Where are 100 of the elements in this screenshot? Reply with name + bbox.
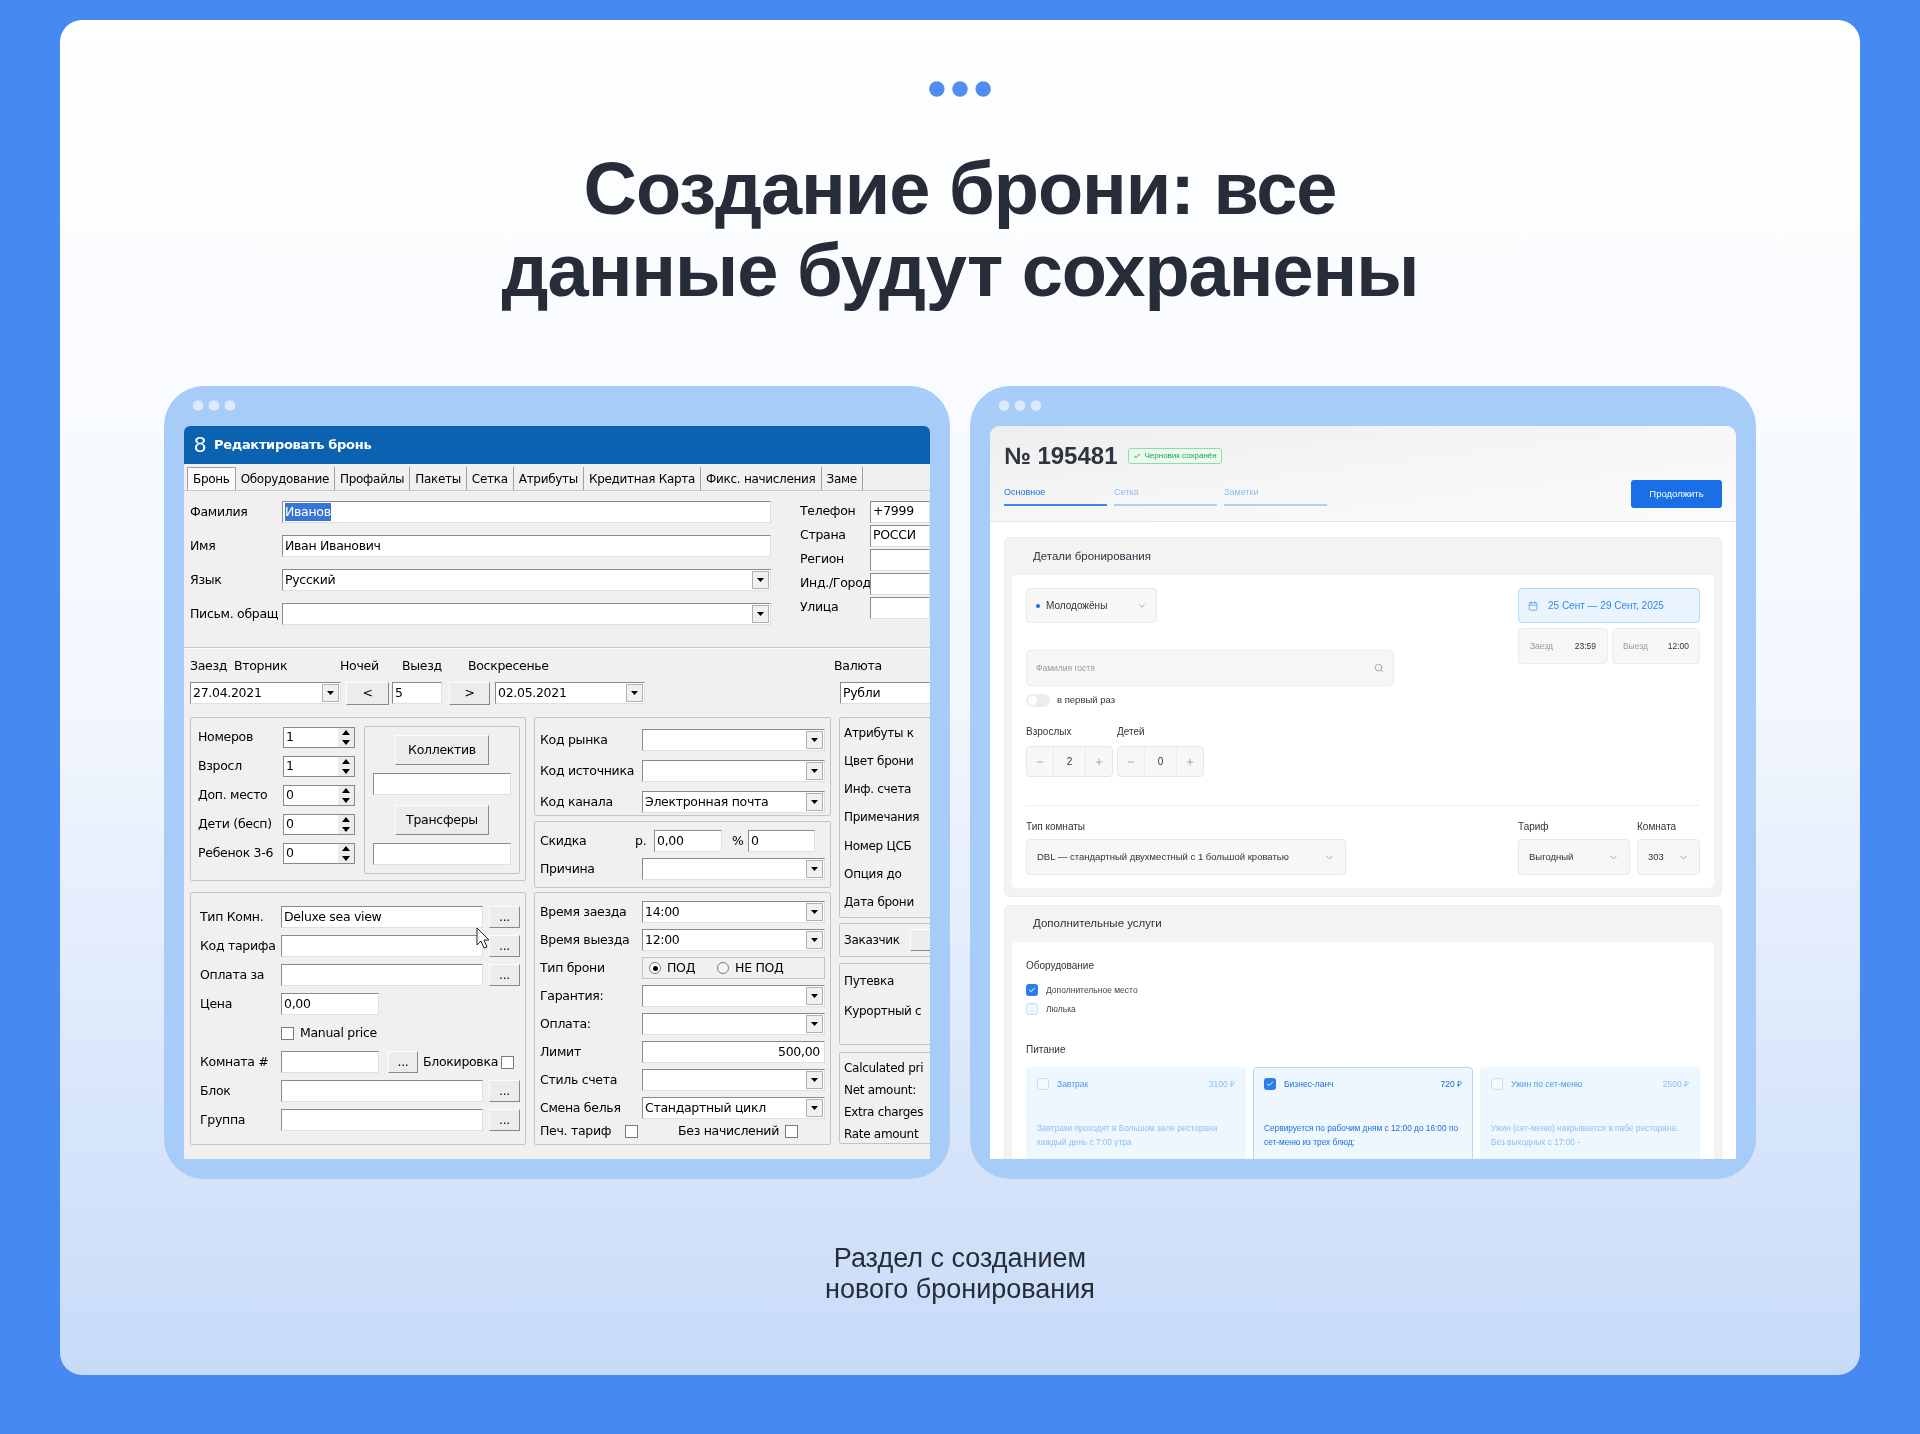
text-field[interactable]	[281, 964, 483, 986]
field-label: Страна	[800, 526, 847, 545]
subsection-title: Оборудование	[1026, 959, 1095, 973]
text-field[interactable]: Рубли	[840, 682, 930, 704]
tab[interactable]: Бронь	[187, 467, 236, 490]
spin-field[interactable]: 1	[283, 755, 355, 777]
previous-day-button[interactable]: <	[346, 681, 389, 705]
field-label: Блок	[199, 1081, 232, 1100]
text-field[interactable]	[281, 1080, 483, 1102]
text-field[interactable]	[281, 935, 483, 957]
field-label: Примечания	[844, 809, 921, 827]
dropdown[interactable]: Стандартный цикл	[642, 1097, 825, 1119]
field-label: Комната #	[199, 1052, 270, 1071]
dropdown[interactable]	[642, 1069, 825, 1091]
dropdown[interactable]	[642, 729, 825, 751]
field-label: Инф. счета	[844, 781, 913, 799]
text-field[interactable]: 0,00	[281, 993, 379, 1015]
lookup-button[interactable]: ...	[489, 964, 520, 986]
tab[interactable]: Атрибуты	[513, 467, 584, 490]
checkbox[interactable]	[625, 1124, 638, 1138]
dropdown[interactable]: 14:00	[642, 901, 825, 923]
room-type-dropdown[interactable]: DBL — стандартный двухместный с 1 большой кроватью	[1026, 839, 1346, 875]
text-field[interactable]: 5	[392, 682, 442, 704]
text-field[interactable]	[281, 1051, 379, 1073]
radio-button[interactable]	[717, 962, 730, 974]
field-label: Улица	[800, 598, 840, 617]
field-label: Время выезда	[539, 930, 631, 949]
lookup-button[interactable]: ...	[489, 935, 520, 957]
dropdown[interactable]: 12:00	[642, 929, 825, 951]
text-field[interactable]: 500,00	[642, 1041, 825, 1063]
text-field[interactable]: Иванов	[282, 501, 771, 523]
dropdown[interactable]: 27.04.2021	[190, 682, 341, 704]
text-field[interactable]: РОССИ	[870, 524, 930, 547]
spin-arrows-icon	[338, 727, 354, 747]
collective-button[interactable]: Коллектив	[395, 735, 489, 765]
tab[interactable]: Оборудование	[235, 467, 336, 490]
text-field[interactable]: Иван Иванович	[282, 535, 771, 557]
lookup-button[interactable]: ...	[489, 1109, 520, 1131]
field-label: Путевка	[844, 973, 896, 990]
field-label: Стиль счета	[539, 1070, 619, 1089]
tab[interactable]: Фикс. начисления	[701, 467, 822, 490]
dropdown[interactable]: Электронная почта	[642, 791, 825, 813]
text-field[interactable]	[870, 548, 930, 571]
dropdown[interactable]	[642, 1013, 825, 1035]
text-field[interactable]	[281, 1109, 483, 1131]
subsection-title: Питание	[1026, 1043, 1067, 1057]
segment-dropdown[interactable]: Молодожёны	[1026, 588, 1157, 623]
field-label: Код рынка	[539, 730, 609, 749]
text-field[interactable]: 0,00	[654, 830, 722, 852]
field-label: Без начислений	[678, 1121, 779, 1140]
window-dots-icon	[998, 399, 1042, 412]
field-label: Manual price	[300, 1023, 377, 1042]
tab[interactable]: Кредитная Карта	[583, 467, 702, 490]
checkbox[interactable]	[1264, 1078, 1276, 1091]
radio-button[interactable]	[649, 962, 661, 974]
checkbox[interactable]	[785, 1124, 798, 1138]
field-label: Ночей	[340, 657, 380, 676]
spin-field[interactable]: 0	[283, 842, 355, 864]
field-label: Тип Комн.	[199, 907, 265, 926]
checkbox[interactable]	[281, 1026, 294, 1040]
dropdown[interactable]	[282, 603, 771, 625]
spin-field[interactable]: 0	[283, 813, 355, 835]
lookup-button[interactable]: ...	[489, 1080, 520, 1102]
tab[interactable]: Сетка	[466, 467, 514, 490]
spin-field[interactable]: 0	[283, 784, 355, 806]
tab[interactable]: Основное	[1004, 486, 1107, 506]
dropdown[interactable]	[642, 985, 825, 1007]
text-field[interactable]: Deluxe sea view	[281, 906, 483, 928]
dropdown[interactable]	[642, 760, 825, 782]
lookup-button[interactable]: ...	[388, 1051, 418, 1073]
field-label: Код источника	[539, 761, 636, 780]
tab[interactable]: Заме	[821, 467, 863, 490]
spin-field[interactable]: 1	[283, 726, 355, 748]
time-field[interactable]: Заезд 23:59	[1518, 628, 1608, 664]
dropdown[interactable]: 02.05.2021	[495, 682, 645, 704]
field-label: Язык	[189, 570, 223, 589]
text-field[interactable]	[870, 572, 930, 595]
dropdown[interactable]: Русский	[282, 569, 771, 591]
room-dropdown[interactable]: 303	[1637, 839, 1700, 875]
check-icon	[1028, 986, 1036, 994]
field-label: Валюта	[834, 657, 882, 676]
search-field[interactable]: Фамилия гостя	[1026, 650, 1394, 686]
dropdown[interactable]	[642, 858, 825, 880]
transfers-button[interactable]: Трансферы	[395, 805, 489, 835]
meal-card[interactable]: Бизнес-ланч 720 ₽ Сервируется по рабочим дням с 12:00 до 16:00 по сет-меню из трех блюд:	[1253, 1067, 1473, 1159]
checkbox[interactable]	[1026, 984, 1038, 996]
text-field[interactable]	[870, 596, 930, 619]
checkbox[interactable]	[501, 1055, 515, 1069]
text-field[interactable]	[373, 843, 511, 865]
tab[interactable]: Пакеты	[410, 467, 467, 490]
text-field[interactable]: 0	[748, 830, 815, 852]
text-field[interactable]: +7999	[870, 500, 930, 523]
time-field[interactable]: Выезд 12:00	[1612, 628, 1700, 664]
next-day-button[interactable]: >	[449, 681, 490, 705]
lookup-button[interactable]	[909, 929, 930, 951]
continue-button[interactable]: Продолжить	[1631, 480, 1722, 508]
lookup-button[interactable]: ...	[489, 906, 520, 928]
tariff-dropdown[interactable]: Выгодный	[1518, 839, 1630, 875]
text-field[interactable]	[373, 773, 511, 795]
tab[interactable]: Профайлы	[335, 467, 411, 490]
